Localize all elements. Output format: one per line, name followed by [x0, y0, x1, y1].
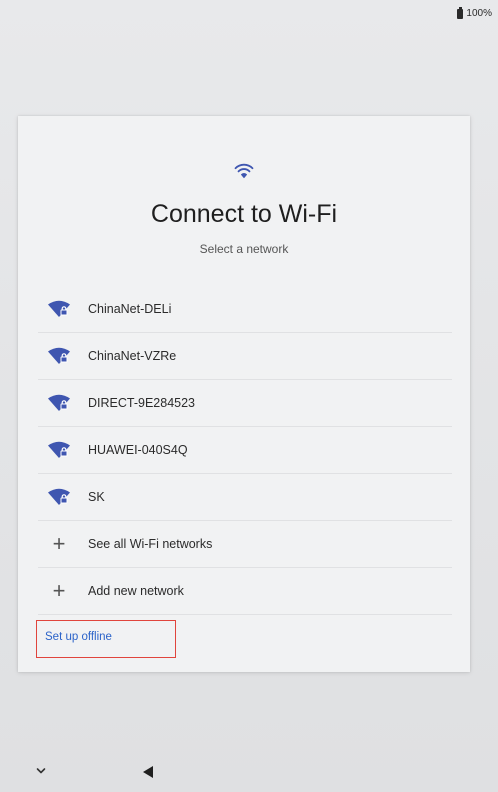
wifi-locked-icon: [48, 300, 70, 317]
plus-icon: +: [52, 578, 66, 603]
wifi-locked-icon: [48, 488, 70, 505]
network-item-huawei-040s4q[interactable]: HUAWEI-040S4Q: [38, 427, 452, 474]
network-list: ChinaNet-DELi ChinaNet-VZRe DIRECT-9E284…: [38, 286, 452, 615]
navigation-bar: [0, 756, 498, 792]
add-new-network-button[interactable]: + Add new network: [38, 568, 452, 615]
battery-percent: 100%: [466, 8, 492, 19]
network-name: HUAWEI-040S4Q: [88, 443, 188, 457]
wifi-setup-card: Connect to Wi-Fi Select a network ChinaN…: [18, 116, 470, 672]
see-all-networks-label: See all Wi-Fi networks: [88, 537, 213, 551]
wifi-locked-icon: [48, 441, 70, 458]
network-name: ChinaNet-DELi: [88, 302, 172, 316]
battery-indicator: 100%: [457, 6, 492, 19]
wifi-icon: [234, 163, 254, 179]
network-name: SK: [88, 490, 105, 504]
set-up-offline-link[interactable]: Set up offline: [45, 631, 112, 643]
wifi-locked-icon: [48, 347, 70, 364]
page-title: Connect to Wi-Fi: [150, 200, 338, 228]
highlight-box: Set up offline: [36, 620, 176, 658]
network-item-chinanet-deli[interactable]: ChinaNet-DELi: [38, 286, 452, 333]
wifi-locked-icon: [48, 394, 70, 411]
chevron-down-icon[interactable]: [36, 766, 46, 776]
plus-icon: +: [52, 531, 66, 556]
see-all-networks-button[interactable]: + See all Wi-Fi networks: [38, 521, 452, 568]
page-subtitle: Select a network: [199, 242, 289, 256]
add-new-network-label: Add new network: [88, 584, 184, 598]
network-name: ChinaNet-VZRe: [88, 349, 177, 363]
network-name: DIRECT-9E284523: [88, 396, 196, 410]
back-triangle-icon[interactable]: [142, 765, 154, 779]
network-item-direct-9e284523[interactable]: DIRECT-9E284523: [38, 380, 452, 427]
network-item-sk[interactable]: SK: [38, 474, 452, 521]
battery-full-icon: [457, 6, 464, 19]
status-bar: 100%: [0, 0, 498, 26]
network-item-chinanet-vzre[interactable]: ChinaNet-VZRe: [38, 333, 452, 380]
